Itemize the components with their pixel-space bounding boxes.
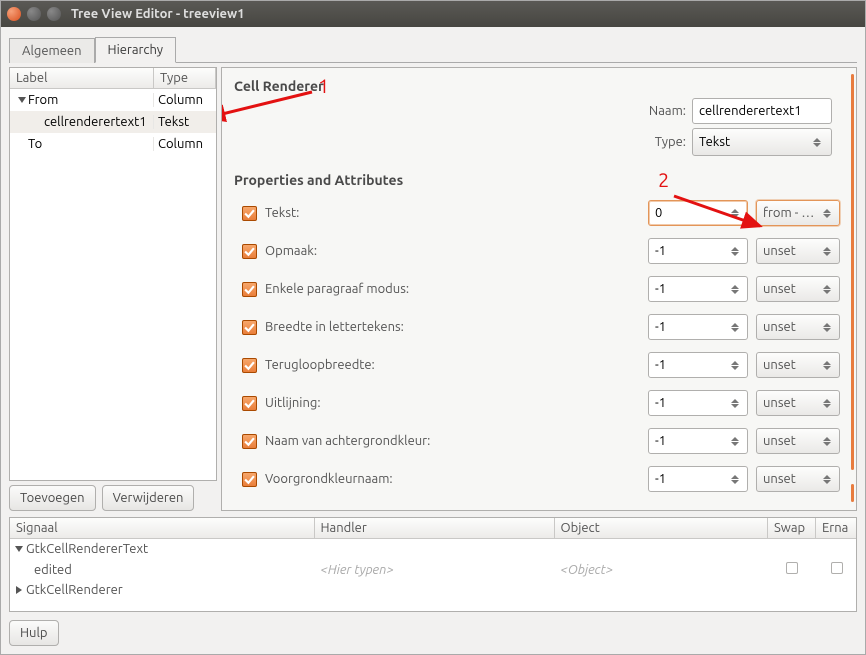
tree-row-label: cellrenderertext1 [44,115,147,129]
hierarchy-tree[interactable]: Label Type From Column cellrenderertext1 Te… [9,67,217,481]
disclosure-triangle-icon[interactable] [18,97,26,103]
type-select-value: Tekst [699,135,730,149]
property-row: Voorgrondkleurnaam: -1 unset [234,460,840,498]
titlebar: Tree View Editor - treeview1 [1,1,865,27]
property-checkbox[interactable] [242,472,257,487]
sig-col-swap[interactable]: Swap [768,518,816,539]
property-checkbox[interactable] [242,244,257,259]
tree-row-type: Column [154,137,216,151]
signal-name: GtkCellRendererText [26,542,148,556]
type-select[interactable]: Tekst [692,128,832,156]
signal-name: edited [34,563,72,577]
property-label: Opmaak: [265,244,640,258]
signal-row[interactable]: GtkCellRendererText [10,539,857,560]
properties-pane: Cell Renderer Naam: Type: Tekst Properti… [221,67,857,511]
add-button[interactable]: Toevoegen [9,485,96,511]
property-row: Tekst: 0 from - … [234,194,840,232]
property-attr-select[interactable]: unset [756,466,840,492]
property-checkbox[interactable] [242,434,257,449]
object-input[interactable]: <Object> [554,559,768,580]
sig-col-after[interactable]: Erna [816,518,858,539]
property-row: Uitlijning: -1 unset [234,384,840,422]
scroll-indicator-icon[interactable] [851,484,854,502]
property-row: Terugloopbreedte: -1 unset [234,346,840,384]
sig-col-signal[interactable]: Signaal [10,518,314,539]
property-attr-select[interactable]: unset [756,238,840,264]
property-row: Opmaak: -1 unset [234,232,840,270]
property-label: Uitlijning: [265,396,640,410]
property-checkbox[interactable] [242,320,257,335]
section-cell-renderer: Cell Renderer [234,78,844,94]
disclosure-triangle-icon[interactable] [16,586,22,594]
property-label: Voorgrondkleurnaam: [265,472,640,486]
tree-row[interactable]: From Column [10,89,216,111]
property-spinbox[interactable]: -1 [648,466,748,492]
tree-row-type: Tekst [154,115,216,129]
property-checkbox[interactable] [242,282,257,297]
property-label: Tekst: [265,206,640,220]
signal-row[interactable]: edited <Hier typen><Object> [10,559,857,580]
hierarchy-pane: Label Type From Column cellrenderertext1 Te… [9,67,217,511]
col-header-label[interactable]: Label [10,68,154,88]
property-label: Naam van achtergrondkleur: [265,434,640,448]
sig-col-object[interactable]: Object [554,518,768,539]
property-row: Enkele paragraaf modus: -1 unset [234,270,840,308]
property-attr-select[interactable]: unset [756,352,840,378]
maximize-icon[interactable] [47,7,61,21]
after-checkbox[interactable] [831,562,843,574]
tree-row[interactable]: cellrenderertext1 Tekst [10,111,216,133]
tree-row-type: Column [154,93,216,107]
section-properties: Properties and Attributes [234,172,844,188]
window: Tree View Editor - treeview1 Algemeen Hi… [0,0,866,655]
signal-row[interactable]: GtkCellRenderer [10,580,857,600]
tree-row-label: From [28,93,58,107]
name-label: Naam: [649,104,686,118]
property-spinbox[interactable]: -1 [648,428,748,454]
property-checkbox[interactable] [242,358,257,373]
property-attr-select[interactable]: from - … [756,200,840,226]
tab-hierarchy[interactable]: Hierarchy [95,37,177,63]
property-attr-select[interactable]: unset [756,276,840,302]
property-attr-select[interactable]: unset [756,314,840,340]
property-attr-select[interactable]: unset [756,390,840,416]
handler-input[interactable]: <Hier typen> [314,559,554,580]
close-icon[interactable] [7,7,21,21]
type-label: Type: [655,135,686,149]
property-checkbox[interactable] [242,206,257,221]
tree-row-label: To [28,137,42,151]
property-checkbox[interactable] [242,396,257,411]
disclosure-triangle-icon[interactable] [15,546,23,552]
property-spinbox[interactable]: -1 [648,390,748,416]
swap-checkbox[interactable] [786,562,798,574]
property-label: Breedte in lettertekens: [265,320,640,334]
property-spinbox[interactable]: -1 [648,238,748,264]
property-row: Naam van achtergrondkleur: -1 unset [234,422,840,460]
property-spinbox[interactable]: -1 [648,314,748,340]
property-spinbox[interactable]: -1 [648,276,748,302]
tab-bar: Algemeen Hierarchy [1,27,865,63]
col-header-type[interactable]: Type [154,68,216,88]
remove-button[interactable]: Verwijderen [102,485,195,511]
property-label: Enkele paragraaf modus: [265,282,640,296]
property-row: Breedte in lettertekens: -1 unset [234,308,840,346]
property-spinbox[interactable]: 0 [648,200,748,226]
minimize-icon[interactable] [27,7,41,21]
tree-row[interactable]: To Column [10,133,216,155]
signal-name: GtkCellRenderer [26,583,123,597]
scroll-indicator-icon[interactable] [851,74,854,470]
property-attr-select[interactable]: unset [756,428,840,454]
property-spinbox[interactable]: -1 [648,352,748,378]
window-title: Tree View Editor - treeview1 [71,7,245,21]
help-button[interactable]: Hulp [9,620,59,646]
name-input[interactable] [692,98,832,124]
main-row: Label Type From Column cellrenderertext1 Te… [1,67,865,511]
signals-pane[interactable]: Signaal Handler Object Swap Erna GtkCell… [9,517,857,612]
sig-col-handler[interactable]: Handler [314,518,554,539]
property-label: Terugloopbreedte: [265,358,640,372]
tab-general[interactable]: Algemeen [9,38,95,63]
